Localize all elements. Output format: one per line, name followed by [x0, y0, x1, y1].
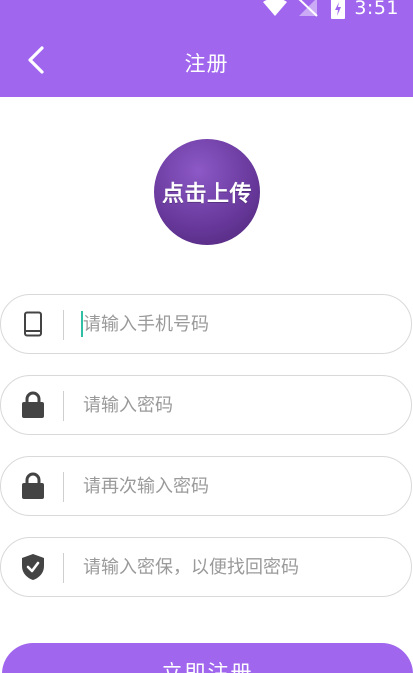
lock-icon — [19, 391, 47, 419]
wifi-icon — [262, 0, 288, 21]
header: 注册 — [0, 26, 413, 97]
lock-icon — [19, 472, 47, 500]
shield-check-icon — [19, 553, 47, 581]
field-divider — [63, 310, 64, 340]
field-divider — [63, 553, 64, 583]
phone-icon — [19, 310, 47, 338]
status-bar: 3:51 — [0, 0, 413, 26]
avatar-upload-button[interactable]: 点击上传 — [154, 139, 260, 245]
security-answer-input[interactable] — [83, 538, 393, 596]
password-input[interactable] — [83, 376, 393, 434]
field-divider — [63, 391, 64, 421]
register-button[interactable]: 立即注册 — [2, 643, 413, 673]
page-title: 注册 — [184, 52, 229, 76]
app-bar: 3:51 注册 — [0, 0, 413, 97]
password-field[interactable] — [0, 375, 412, 435]
phone-input[interactable] — [83, 295, 393, 353]
confirm-password-field[interactable] — [0, 456, 412, 516]
status-time: 3:51 — [354, 0, 399, 19]
avatar-upload-label: 点击上传 — [161, 182, 252, 207]
register-screen: 3:51 注册 点击上传 请输入手机号码 请输入密保，以便找回密码 — [0, 0, 413, 673]
battery-charging-icon — [331, 0, 345, 23]
signal-icon — [296, 0, 318, 21]
confirm-password-input[interactable] — [83, 457, 393, 515]
field-divider — [63, 472, 64, 502]
security-answer-field[interactable] — [0, 537, 412, 597]
phone-field[interactable] — [0, 294, 412, 354]
